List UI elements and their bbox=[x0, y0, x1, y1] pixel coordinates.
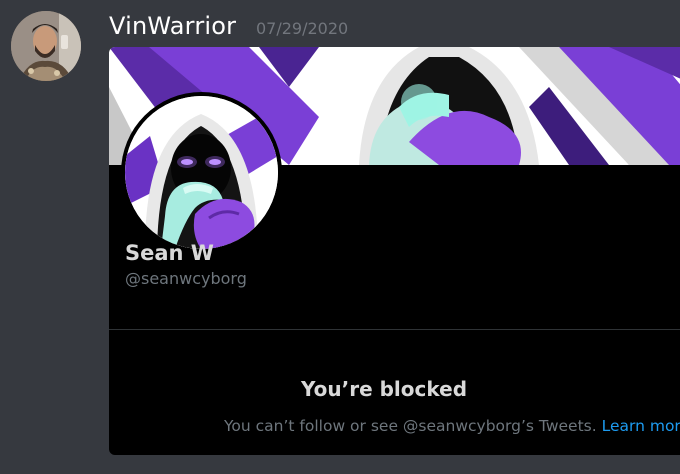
blocked-description: You can’t follow or see @seanwcyborg’s T… bbox=[224, 417, 680, 435]
twitter-profile-embed: Sean W @seanwcyborg You’re blocked You c… bbox=[109, 47, 680, 455]
user-avatar-icon bbox=[11, 11, 81, 81]
profile-handle[interactable]: @seanwcyborg bbox=[125, 269, 247, 288]
hooded-figure-avatar-icon bbox=[125, 96, 278, 249]
blocked-description-text: You can’t follow or see @seanwcyborg’s T… bbox=[224, 417, 597, 435]
learn-more-link[interactable]: Learn more bbox=[602, 417, 680, 435]
profile-display-name[interactable]: Sean W bbox=[125, 241, 214, 265]
message-timestamp: 07/29/2020 bbox=[256, 19, 349, 38]
author-username[interactable]: VinWarrior bbox=[109, 12, 236, 40]
blocked-title: You’re blocked bbox=[300, 377, 468, 401]
divider bbox=[109, 329, 680, 330]
profile-picture[interactable] bbox=[125, 96, 278, 249]
author-avatar[interactable] bbox=[11, 11, 81, 81]
